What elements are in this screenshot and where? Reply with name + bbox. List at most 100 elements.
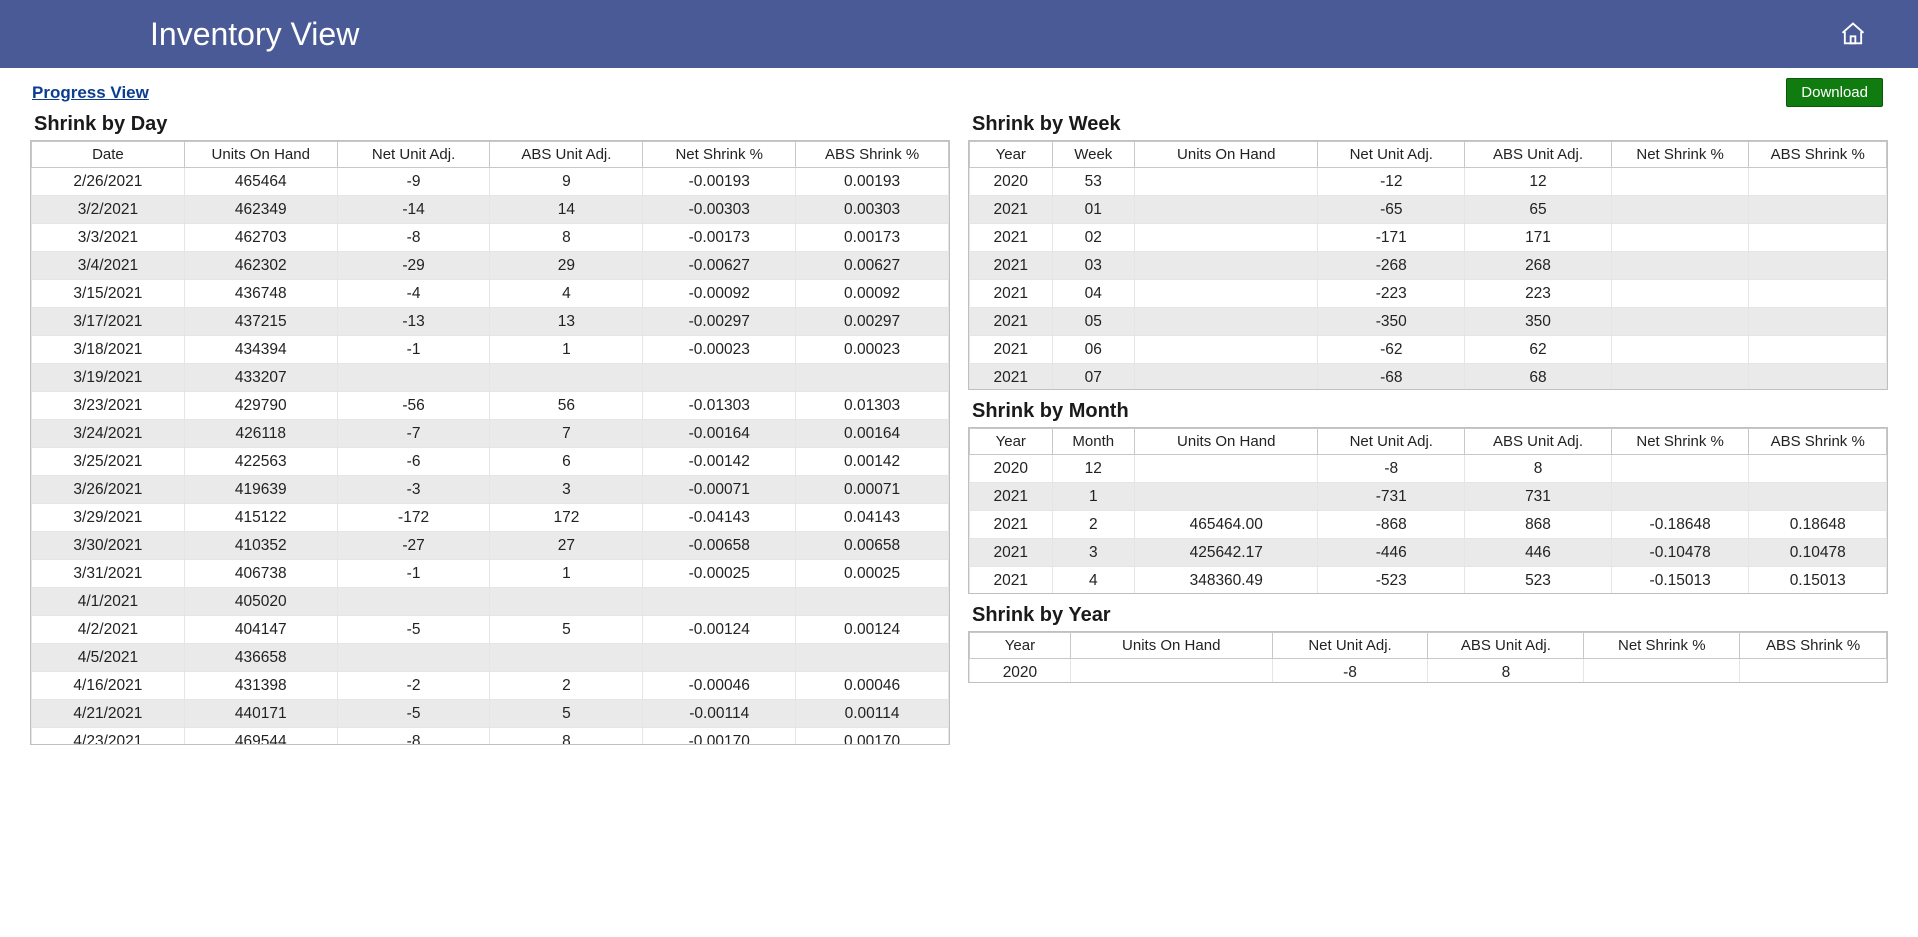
column-header[interactable]: Units On Hand [1070,633,1272,659]
column-header[interactable]: Units On Hand [1135,142,1318,168]
column-header[interactable]: ABS Shrink % [1749,429,1887,455]
table-row[interactable]: 202107-6868 [970,364,1887,390]
table-row[interactable]: 3/3/2021462703-88-0.001730.00173 [32,224,949,252]
table-cell: 0.18648 [1749,511,1887,539]
table-cell [796,588,949,616]
shrink-by-day-scroll[interactable]: DateUnits On HandNet Unit Adj.ABS Unit A… [31,141,949,744]
column-header[interactable]: Net Unit Adj. [1272,633,1428,659]
table-cell: -0.10478 [1611,539,1749,567]
column-header[interactable]: Week [1052,142,1135,168]
table-cell: 0.00124 [796,616,949,644]
table-cell: 410352 [184,532,337,560]
table-cell: -27 [337,532,490,560]
table-cell [337,644,490,672]
column-header[interactable]: Net Unit Adj. [1318,429,1465,455]
column-header[interactable]: Year [970,633,1071,659]
table-cell: -4 [337,280,490,308]
column-header[interactable]: ABS Shrink % [1740,633,1887,659]
column-header[interactable]: ABS Shrink % [1749,142,1887,168]
table-row[interactable]: 202105-350350 [970,308,1887,336]
table-row[interactable]: 4/21/2021440171-55-0.001140.00114 [32,700,949,728]
table-row[interactable]: 202106-6262 [970,336,1887,364]
table-row[interactable]: 3/2/2021462349-1414-0.003030.00303 [32,196,949,224]
column-header[interactable]: ABS Unit Adj. [1428,633,1584,659]
table-cell: -13 [337,308,490,336]
table-row[interactable]: 20213425642.17-446446-0.104780.10478 [970,539,1887,567]
table-row[interactable]: 202103-268268 [970,252,1887,280]
table-cell [1749,336,1887,364]
download-button[interactable]: Download [1786,78,1883,107]
column-header[interactable]: Year [970,142,1053,168]
table-cell: 462703 [184,224,337,252]
table-row[interactable]: 3/30/2021410352-2727-0.006580.00658 [32,532,949,560]
table-cell: -0.00164 [643,420,796,448]
table-row[interactable]: 3/26/2021419639-33-0.000710.00071 [32,476,949,504]
table-cell: 0.15013 [1749,567,1887,594]
table-row[interactable]: 3/23/2021429790-5656-0.013030.01303 [32,392,949,420]
table-row[interactable]: 3/25/2021422563-66-0.001420.00142 [32,448,949,476]
table-cell [1135,308,1318,336]
column-header[interactable]: Units On Hand [1135,429,1318,455]
shrink-by-year-title: Shrink by Year [972,604,1888,627]
home-button[interactable] [1838,20,1868,51]
table-row[interactable]: 3/17/2021437215-1313-0.002970.00297 [32,308,949,336]
shrink-by-year-scroll[interactable]: YearUnits On HandNet Unit Adj.ABS Unit A… [969,632,1887,682]
table-cell: -8 [1272,659,1428,683]
table-row[interactable]: 20212465464.00-868868-0.186480.18648 [970,511,1887,539]
table-cell: 1 [490,336,643,364]
table-cell: 0.00114 [796,700,949,728]
table-row[interactable]: 202101-6565 [970,196,1887,224]
column-header[interactable]: ABS Unit Adj. [1465,429,1612,455]
table-row[interactable]: 2020-88 [970,659,1887,683]
table-cell: 0.00658 [796,532,949,560]
column-header[interactable]: Date [32,142,185,168]
column-header[interactable]: Net Unit Adj. [337,142,490,168]
column-header[interactable]: Net Shrink % [1584,633,1740,659]
table-row[interactable]: 202012-88 [970,455,1887,483]
table-cell: -171 [1318,224,1465,252]
table-cell: 1 [490,560,643,588]
table-row[interactable]: 202102-171171 [970,224,1887,252]
table-cell: 0.00164 [796,420,949,448]
table-row[interactable]: 20214348360.49-523523-0.150130.15013 [970,567,1887,594]
table-cell: 1 [1052,483,1135,511]
column-header[interactable]: ABS Unit Adj. [490,142,643,168]
table-cell: 2 [490,672,643,700]
table-row[interactable]: 202104-223223 [970,280,1887,308]
column-header[interactable]: Year [970,429,1053,455]
table-cell: 8 [490,224,643,252]
shrink-by-week-scroll[interactable]: YearWeekUnits On HandNet Unit Adj.ABS Un… [969,141,1887,389]
table-row[interactable]: 4/16/2021431398-22-0.000460.00046 [32,672,949,700]
column-header[interactable]: Net Shrink % [1611,142,1749,168]
table-cell: 268 [1465,252,1612,280]
table-row[interactable]: 3/19/2021433207 [32,364,949,392]
table-row[interactable]: 3/24/2021426118-77-0.001640.00164 [32,420,949,448]
table-row[interactable]: 3/31/2021406738-11-0.000250.00025 [32,560,949,588]
table-row[interactable]: 4/23/2021469544-88-0.001700.00170 [32,728,949,745]
progress-view-link[interactable]: Progress View [32,83,149,103]
table-cell: -0.04143 [643,504,796,532]
table-row[interactable]: 3/18/2021434394-11-0.000230.00023 [32,336,949,364]
table-cell [1135,455,1318,483]
table-cell [1611,252,1749,280]
table-cell [1584,659,1740,683]
column-header[interactable]: Units On Hand [184,142,337,168]
shrink-by-month-scroll[interactable]: YearMonthUnits On HandNet Unit Adj.ABS U… [969,428,1887,593]
table-row[interactable]: 4/2/2021404147-55-0.001240.00124 [32,616,949,644]
table-row[interactable]: 3/15/2021436748-44-0.000920.00092 [32,280,949,308]
column-header[interactable]: Month [1052,429,1135,455]
table-row[interactable]: 202053-1212 [970,168,1887,196]
table-row[interactable]: 3/29/2021415122-172172-0.041430.04143 [32,504,949,532]
table-row[interactable]: 20211-731731 [970,483,1887,511]
column-header[interactable]: Net Shrink % [643,142,796,168]
column-header[interactable]: ABS Unit Adj. [1465,142,1612,168]
column-header[interactable]: ABS Shrink % [796,142,949,168]
table-row[interactable]: 4/5/2021436658 [32,644,949,672]
table-row[interactable]: 2/26/2021465464-99-0.001930.00193 [32,168,949,196]
table-cell: -0.00124 [643,616,796,644]
table-cell: 0.00173 [796,224,949,252]
table-row[interactable]: 3/4/2021462302-2929-0.006270.00627 [32,252,949,280]
column-header[interactable]: Net Shrink % [1611,429,1749,455]
column-header[interactable]: Net Unit Adj. [1318,142,1465,168]
table-row[interactable]: 4/1/2021405020 [32,588,949,616]
